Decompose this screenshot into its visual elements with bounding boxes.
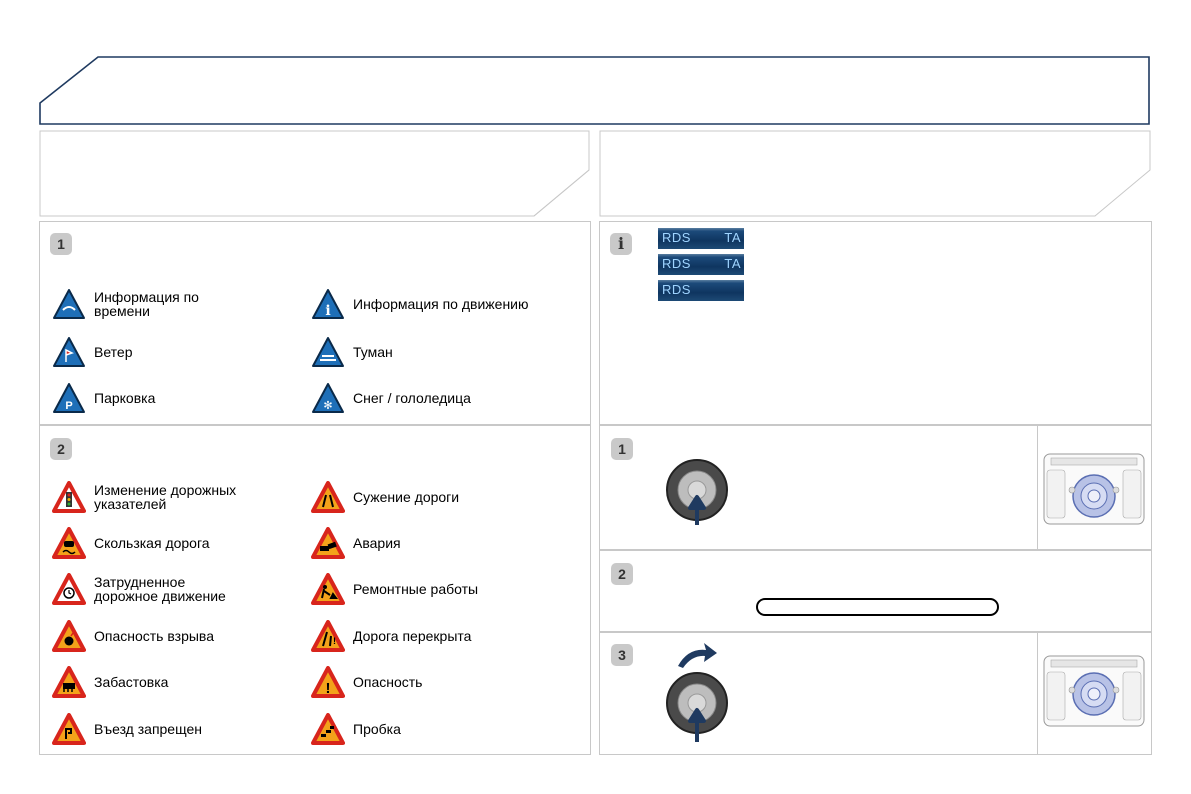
- ta-label: TA: [724, 256, 741, 271]
- list-item: Въезд запрещен: [52, 713, 202, 745]
- rds-ta-badge: RDS TA: [658, 228, 744, 249]
- list-item: Туман: [311, 336, 393, 368]
- rds-ta-badge: RDS TA: [658, 254, 744, 275]
- list-item: Изменение дорожных указателей: [52, 481, 236, 513]
- list-item-label: Опасность взрыва: [94, 628, 214, 644]
- info-icon: i: [312, 289, 344, 319]
- list-item-label: Забастовка: [94, 674, 169, 690]
- list-item-label: Опасность: [353, 674, 423, 690]
- road-closed-icon: !: [311, 620, 345, 652]
- list-item-label: Дорога перекрыта: [353, 628, 472, 644]
- control-dial-press-icon: [666, 672, 728, 742]
- svg-text:P: P: [65, 400, 72, 412]
- step-badge-2: 2: [611, 563, 633, 585]
- left-title-box: [39, 130, 590, 217]
- list-item: P Парковка: [52, 382, 155, 414]
- list-item-label: Пробка: [353, 721, 401, 737]
- strike-icon: [52, 666, 86, 698]
- list-item: Сужение дороги: [311, 481, 459, 513]
- list-item-label: Скользкая дорога: [94, 535, 210, 551]
- list-item-label: Туман: [353, 344, 393, 360]
- radio-front-panel-icon: [1043, 655, 1145, 727]
- list-item: ! Опасность: [311, 666, 422, 698]
- accident-icon: [311, 527, 345, 559]
- list-item-label: Информация по движению: [353, 296, 529, 312]
- list-item: ✻ Снег / гололедица: [311, 382, 471, 414]
- list-item-label: Авария: [353, 535, 401, 551]
- list-item: Ветер: [52, 336, 133, 368]
- control-dial-press-icon: [666, 459, 728, 525]
- svg-text:!: !: [333, 636, 336, 646]
- list-item-label: Въезд запрещен: [94, 721, 202, 737]
- menu-option-field[interactable]: [756, 598, 999, 616]
- list-item-label: Ремонтные работы: [353, 581, 479, 597]
- traffic-light-icon: [52, 481, 86, 513]
- ta-label: TA: [724, 230, 741, 245]
- list-item-label: Снег / гололедица: [353, 390, 471, 406]
- list-item: i Информация по движению: [311, 288, 529, 320]
- info-icon-badge: i: [610, 233, 632, 255]
- list-item: Затрудненное дорожное движение: [52, 573, 226, 605]
- list-item-label: Ветер: [94, 344, 133, 360]
- fog-icon: [312, 337, 344, 367]
- header-frame: [39, 56, 1150, 125]
- list-item-label: Парковка: [94, 390, 156, 406]
- rds-label: RDS: [662, 256, 691, 271]
- traffic-jam-icon: [311, 713, 345, 745]
- step-badge-3: 3: [611, 644, 633, 666]
- rds-badge: RDS: [658, 280, 744, 301]
- right-title-box: [599, 130, 1151, 217]
- step-badge-2: 2: [50, 438, 72, 460]
- list-item: Авария: [311, 527, 401, 559]
- list-item: Пробка: [311, 713, 401, 745]
- parking-icon: P: [53, 383, 85, 413]
- svg-text:!: !: [326, 680, 331, 697]
- svg-text:i: i: [325, 303, 330, 319]
- list-item-label: Изменение дорожных указателей: [94, 482, 237, 512]
- danger-icon: !: [311, 666, 345, 698]
- right-step-2-panel: [599, 550, 1152, 632]
- list-item-label: Информация по времени: [94, 289, 199, 319]
- weather-icon: [53, 289, 85, 319]
- road-narrows-icon: [311, 481, 345, 513]
- list-item: ! Дорога перекрыта: [311, 620, 471, 652]
- rds-label: RDS: [662, 282, 691, 297]
- list-item-label: Затрудненное дорожное движение: [94, 574, 226, 604]
- list-item: Забастовка: [52, 666, 168, 698]
- list-item: Опасность взрыва: [52, 620, 214, 652]
- step-badge-1: 1: [50, 233, 72, 255]
- no-entry-icon: [52, 713, 86, 745]
- list-item-label: Сужение дороги: [353, 489, 460, 505]
- wind-icon: [53, 337, 85, 367]
- slow-traffic-icon: [52, 573, 86, 605]
- list-item: Скользкая дорога: [52, 527, 210, 559]
- radio-front-panel-icon: [1043, 453, 1145, 525]
- slippery-road-icon: [52, 527, 86, 559]
- rotate-arrow-icon: [678, 643, 717, 668]
- list-item: Информация по времени: [52, 288, 199, 320]
- rds-label: RDS: [662, 230, 691, 245]
- step-badge-1: 1: [611, 438, 633, 460]
- explosion-icon: [52, 620, 86, 652]
- roadworks-icon: [311, 573, 345, 605]
- list-item: Ремонтные работы: [311, 573, 478, 605]
- right-info-panel: [599, 221, 1152, 425]
- svg-text:✻: ✻: [323, 399, 332, 412]
- snow-icon: ✻: [312, 383, 344, 413]
